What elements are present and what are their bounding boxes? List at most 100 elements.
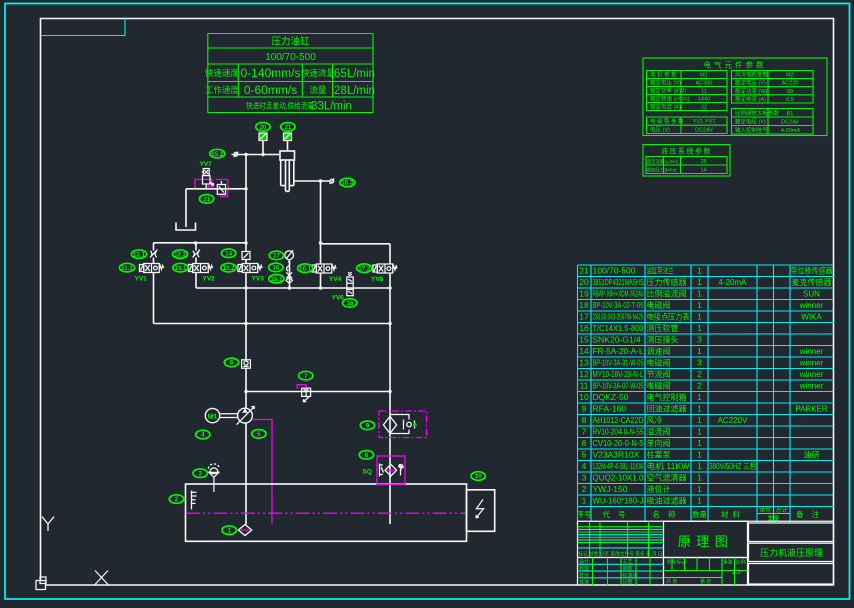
svg-text:1: 1 <box>697 450 702 460</box>
svg-text:SNK20-G1/4: SNK20-G1/4 <box>593 335 641 345</box>
svg-text:工艺: 工艺 <box>623 559 633 565</box>
svg-text:1: 1 <box>697 346 702 356</box>
svg-text:审核: 审核 <box>623 565 633 572</box>
svg-text:16.1: 16.1 <box>299 265 312 272</box>
svg-text:16: 16 <box>272 265 279 272</box>
svg-text:标记 处数 分区 更改文件号 签名 年,月,日: 标记 处数 分区 更改文件号 签名 年,月,日 <box>579 551 663 558</box>
svg-text:33L/min: 33L/min <box>311 101 352 113</box>
svg-text:21: 21 <box>284 124 291 131</box>
svg-text:共 张: 共 张 <box>666 578 677 585</box>
svg-text:0-140mm/s: 0-140mm/s <box>240 66 300 80</box>
svg-text:13: 13 <box>579 358 589 368</box>
svg-text:28L/min: 28L/min <box>334 85 375 97</box>
svg-text:BP-10V-3A-31-W-05: BP-10V-3A-31-W-05 <box>593 358 644 368</box>
svg-text:12.1: 12.1 <box>133 251 146 258</box>
svg-text:V23A3R10X: V23A3R10X <box>593 450 640 460</box>
svg-text:批准: 批准 <box>579 579 589 586</box>
svg-text:额定电压 (V): 额定电压 (V) <box>735 79 766 87</box>
svg-text:柱塞泵: 柱塞泵 <box>647 450 671 460</box>
svg-text:压力油缸: 压力油缸 <box>271 36 310 48</box>
svg-text:3: 3 <box>697 358 702 368</box>
svg-text:4: 4 <box>201 432 205 439</box>
svg-text:单件: 单件 <box>759 506 771 514</box>
svg-text:输入控制信号: 输入控制信号 <box>735 126 769 134</box>
svg-text:1: 1 <box>697 312 702 322</box>
svg-text:数量: 数量 <box>692 509 707 519</box>
svg-text:5: 5 <box>257 431 261 438</box>
svg-text:空气滤清器: 空气滤清器 <box>647 473 687 483</box>
svg-text:PARKER: PARKER <box>795 405 828 414</box>
svg-text:winner: winner <box>799 301 824 310</box>
svg-text:4-20mA: 4-20mA <box>781 128 801 134</box>
svg-text:压力机液压原理: 压力机液压原理 <box>760 547 823 558</box>
svg-text:电 机 参 数: 电 机 参 数 <box>650 71 677 79</box>
svg-text:快速流量: 快速流量 <box>301 68 336 78</box>
svg-text:电接点压力表: 电接点压力表 <box>647 312 690 322</box>
svg-text:1: 1 <box>697 438 702 448</box>
svg-text:1:2: 1:2 <box>731 569 740 576</box>
svg-text:油缸带法兰: 油缸带法兰 <box>647 266 674 276</box>
svg-text:额定转速 (r/min): 额定转速 (r/min) <box>650 95 690 103</box>
svg-text:22: 22 <box>701 105 707 111</box>
svg-text:11: 11 <box>701 89 707 95</box>
svg-text:100/70-500: 100/70-500 <box>265 52 316 63</box>
svg-text:65L/min: 65L/min <box>334 68 375 80</box>
svg-text:25: 25 <box>700 159 706 165</box>
svg-text:10: 10 <box>579 392 589 402</box>
svg-text:1: 1 <box>697 323 702 333</box>
svg-text:winner: winner <box>799 382 824 391</box>
svg-text:14: 14 <box>579 346 589 356</box>
svg-text:制图: 制图 <box>579 565 589 572</box>
svg-text:比例溢流阀: 比例溢流阀 <box>647 289 687 299</box>
svg-text:9: 9 <box>366 423 370 430</box>
svg-text:M2: M2 <box>786 73 794 79</box>
svg-text:WU-160*180-J: WU-160*180-J <box>593 496 644 506</box>
svg-text:3: 3 <box>582 473 587 483</box>
svg-text:RFA-160: RFA-160 <box>593 404 627 414</box>
svg-text:YV4: YV4 <box>329 276 342 283</box>
svg-text:4: 4 <box>582 461 587 471</box>
svg-text:DC24V: DC24V <box>695 127 713 133</box>
svg-text:0-60mm/s: 0-60mm/s <box>244 83 297 97</box>
svg-text:SQ: SQ <box>363 469 372 476</box>
svg-text:1: 1 <box>582 496 587 506</box>
svg-text:快进时走差动,供给流量: 快进时走差动,供给流量 <box>246 101 314 111</box>
svg-text:1: 1 <box>697 404 702 414</box>
svg-text:18: 18 <box>579 300 589 310</box>
svg-text:原理图: 原理图 <box>678 534 734 549</box>
svg-text:9: 9 <box>582 404 587 414</box>
svg-text:电磁阀: 电磁阀 <box>647 358 671 368</box>
svg-text:17.2: 17.2 <box>358 265 371 272</box>
svg-text:测压软管: 测压软管 <box>647 323 679 333</box>
svg-text:15.1: 15.1 <box>270 276 283 283</box>
svg-text:7: 7 <box>304 373 308 380</box>
svg-text:RBAP-X8H+XDM-352AV: RBAP-X8H+XDM-352AV <box>593 289 644 299</box>
svg-text:17: 17 <box>273 253 280 260</box>
svg-text:132M-4P-4-38L-11KW: 132M-4P-4-38L-11KW <box>593 461 644 471</box>
svg-text:油研: 油研 <box>804 450 820 460</box>
svg-text:15: 15 <box>579 335 589 345</box>
svg-text:液压系统参数: 液压系统参数 <box>661 147 712 156</box>
svg-text:节流阀: 节流阀 <box>647 369 671 379</box>
svg-text:重量: 重量 <box>723 559 733 566</box>
svg-text:2: 2 <box>697 381 702 391</box>
svg-text:2: 2 <box>175 496 179 503</box>
svg-text:1: 1 <box>697 300 702 310</box>
svg-text:20: 20 <box>579 277 589 287</box>
svg-text:额定电压 (V): 额定电压 (V) <box>650 79 681 87</box>
svg-text:15.3: 15.3 <box>341 180 354 187</box>
svg-text:1: 1 <box>697 266 702 276</box>
svg-text:吸油过滤器: 吸油过滤器 <box>647 496 687 506</box>
svg-text:BP-10V-3A-02-T-05: BP-10V-3A-02-T-05 <box>593 300 644 310</box>
svg-text:1: 1 <box>697 496 702 506</box>
svg-text:电气控制箱: 电气控制箱 <box>647 392 687 402</box>
svg-text:BP-10V-3A-07-W-05: BP-10V-3A-07-W-05 <box>593 381 644 391</box>
svg-text:液位计: 液位计 <box>647 484 671 494</box>
svg-text:18: 18 <box>346 300 353 307</box>
svg-text:DQKZ-50: DQKZ-50 <box>593 392 629 402</box>
svg-text:代号: 代号 <box>603 509 634 519</box>
svg-text:MY10-18V-20-N-L: MY10-18V-20-N-L <box>593 369 644 379</box>
svg-text:AC220: AC220 <box>782 81 799 87</box>
svg-text:12: 12 <box>579 369 589 379</box>
svg-text:60: 60 <box>787 89 793 95</box>
